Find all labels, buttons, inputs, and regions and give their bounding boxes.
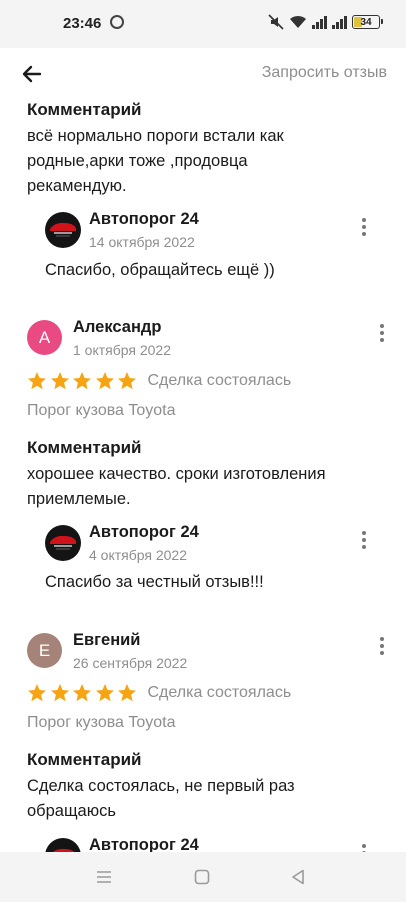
seller-name: Автопорог 24 xyxy=(89,210,199,228)
more-options-icon[interactable] xyxy=(373,635,391,657)
status-bar: 23:46 34 xyxy=(0,0,406,48)
comment-title: Комментарий xyxy=(27,750,142,769)
more-options-icon[interactable] xyxy=(373,322,391,344)
reply-text: Спасибо, обращайтесь ещё )) xyxy=(45,261,275,279)
viber-icon xyxy=(110,15,124,29)
review-date: 1 октября 2022 xyxy=(73,342,171,358)
product-name: Порог кузова Toyota xyxy=(27,402,176,419)
back-arrow-icon[interactable] xyxy=(18,60,46,88)
comment-block: Комментарий Сделка состоялась, не первый… xyxy=(27,750,387,824)
review-header: Е Евгений 26 сентября 2022 xyxy=(27,631,387,677)
star-icon xyxy=(28,684,46,702)
rating-row: Сделка состоялась xyxy=(27,682,387,704)
star-icon xyxy=(118,372,136,390)
review-header: А Александр 1 октября 2022 xyxy=(27,318,387,364)
reply-date: 4 октября 2022 xyxy=(89,547,187,563)
seller-reply-header: Автопорог 24 14 октября 2022 xyxy=(45,210,387,252)
comment-block: Комментарий хорошее качество. сроки изго… xyxy=(27,438,387,512)
reviewer-name: Евгений xyxy=(73,631,141,649)
star-icon xyxy=(28,372,46,390)
battery-level: 34 xyxy=(360,16,372,28)
car-logo-icon xyxy=(50,222,76,237)
wifi-icon xyxy=(290,15,306,28)
comment-block: Комментарий всё нормально пороги встали … xyxy=(27,100,387,199)
avatar: Е xyxy=(27,633,62,668)
system-navigation-bar xyxy=(0,852,406,902)
seller-name: Автопорог 24 xyxy=(89,523,199,541)
comment-text: всё нормально пороги встали как родные,а… xyxy=(27,127,284,195)
seller-reply-header: Автопорог 24 xyxy=(45,836,387,852)
star-icon xyxy=(73,684,91,702)
request-review-button[interactable]: Запросить отзыв xyxy=(262,64,387,82)
seller-name: Автопорог 24 xyxy=(89,836,199,852)
star-icon xyxy=(50,372,69,390)
seller-logo xyxy=(45,212,81,248)
top-nav: Запросить отзыв xyxy=(0,48,406,98)
more-options-icon[interactable] xyxy=(355,216,373,238)
signal-icon-2 xyxy=(332,15,347,29)
home-icon[interactable] xyxy=(193,868,211,886)
more-options-icon[interactable] xyxy=(355,529,373,551)
rating-row: Сделка состоялась xyxy=(27,370,387,392)
comment-text: Сделка состоялась, не первый раз обращаю… xyxy=(27,777,295,820)
star-icon xyxy=(95,684,114,702)
product-name: Порог кузова Toyota xyxy=(27,714,176,731)
seller-logo xyxy=(45,838,81,852)
menu-icon[interactable] xyxy=(95,868,113,886)
seller-logo xyxy=(45,525,81,561)
reply-date: 14 октября 2022 xyxy=(89,234,195,250)
star-icon xyxy=(95,372,114,390)
seller-reply-header: Автопорог 24 4 октября 2022 xyxy=(45,523,387,565)
more-options-icon[interactable] xyxy=(355,842,373,852)
reviewer-name: Александр xyxy=(73,318,162,336)
car-logo-icon xyxy=(50,535,76,550)
battery-icon: 34 xyxy=(352,15,383,29)
star-icon xyxy=(73,372,91,390)
signal-icon xyxy=(312,15,327,29)
review-date: 26 сентября 2022 xyxy=(73,655,188,671)
comment-title: Комментарий xyxy=(27,438,142,457)
status-time: 23:46 xyxy=(63,15,102,32)
mute-icon xyxy=(268,14,284,30)
comment-text: хорошее качество. сроки изготовления при… xyxy=(27,465,326,508)
reply-text: Спасибо за честный отзыв!!! xyxy=(45,573,264,591)
deal-status: Сделка состоялась xyxy=(147,372,292,389)
deal-status: Сделка состоялась xyxy=(147,684,292,701)
comment-title: Комментарий xyxy=(27,100,142,119)
back-icon[interactable] xyxy=(289,868,307,886)
status-icons: 34 xyxy=(268,14,383,30)
star-icon xyxy=(50,684,69,702)
reviews-list[interactable]: Комментарий всё нормально пороги встали … xyxy=(0,98,406,852)
avatar: А xyxy=(27,320,62,355)
star-icon xyxy=(118,684,136,702)
car-logo-icon xyxy=(52,848,75,852)
